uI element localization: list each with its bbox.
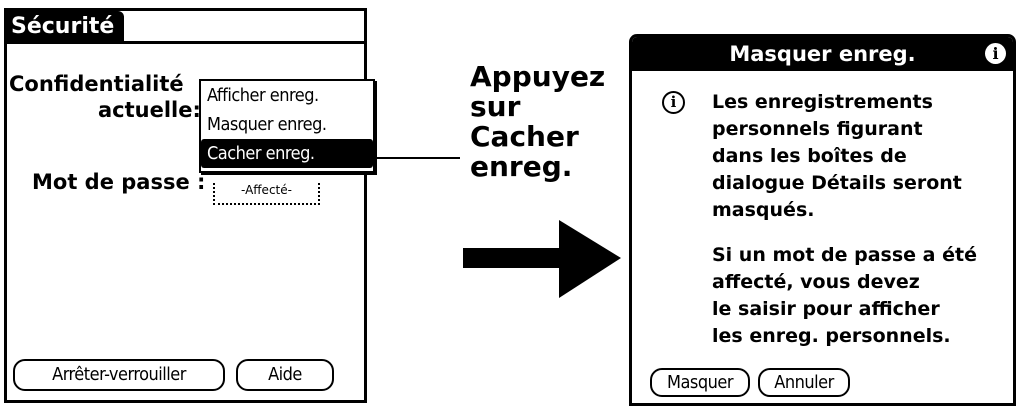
password-label: Mot de passe : (32, 170, 206, 194)
lock-turn-off-button[interactable]: Arrêter-verrouiller (13, 359, 225, 391)
callout-line-3: Cacher (470, 120, 579, 153)
message-line: masqués. (712, 199, 815, 221)
message-line: dans les boîtes de (712, 145, 907, 167)
message-line: le saisir pour afficher (712, 298, 940, 320)
dialog-title: Masquer enreg. (729, 42, 916, 66)
privacy-label-line1: Confidentialité (9, 72, 184, 96)
help-button[interactable]: Aide (236, 359, 334, 391)
info-icon: i (662, 91, 685, 114)
option-mask-records[interactable]: Masquer enreg. (201, 110, 373, 139)
option-show-records[interactable]: Afficher enreg. (201, 81, 373, 110)
screen-title[interactable]: Sécurité (7, 11, 125, 43)
hide-button[interactable]: Masquer (650, 368, 750, 397)
cancel-button[interactable]: Annuler (758, 368, 850, 397)
privacy-popup-list: Afficher enreg. Masquer enreg. Cacher en… (199, 79, 375, 173)
callout-leader-line (376, 157, 460, 159)
security-screen: Sécurité Confidentialité actuelle: Mot d… (4, 8, 367, 403)
privacy-label-line2: actuelle: (98, 98, 201, 122)
option-hide-records[interactable]: Cacher enreg. (201, 139, 373, 168)
message-line: les enreg. personnels. (712, 325, 951, 347)
message-line: dialogue Détails seront (712, 172, 962, 194)
callout-instruction: Appuyez sur Cacher enreg. (470, 62, 605, 182)
dialog-message: Les enregistrements personnels figurant … (712, 89, 1012, 350)
message-line: affecté, vous devez (712, 271, 920, 293)
message-line: personnels figurant (712, 118, 923, 140)
info-icon[interactable]: i (985, 43, 1006, 64)
dialog-titlebar: Masquer enreg. i (632, 37, 1013, 71)
password-field[interactable]: -Affecté- (213, 183, 320, 205)
callout-line-2: sur (470, 90, 521, 123)
callout-line-4: enreg. (470, 150, 573, 183)
message-line: Les enregistrements (712, 91, 933, 113)
mask-records-dialog: Masquer enreg. i i Les enregistrements p… (629, 34, 1016, 406)
right-arrow-icon (463, 220, 621, 298)
callout-line-1: Appuyez (470, 60, 606, 93)
message-line: Si un mot de passe a été (712, 244, 977, 266)
